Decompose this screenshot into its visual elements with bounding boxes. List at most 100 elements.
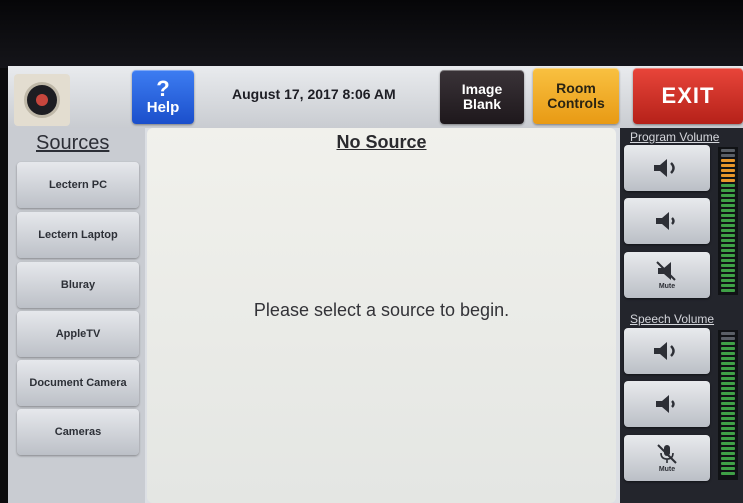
meter-segment (721, 467, 735, 470)
meter-segment (721, 417, 735, 420)
meter-segment (721, 452, 735, 455)
meter-segment (721, 367, 735, 370)
sources-title: Sources (36, 132, 110, 154)
program-volume-down-button[interactable] (624, 198, 710, 244)
meter-segment (721, 397, 735, 400)
device-bezel (0, 0, 743, 68)
meter-segment (721, 332, 735, 335)
speaker-up-icon (654, 342, 675, 360)
source-button-lectern-laptop[interactable]: Lectern Laptop (17, 212, 139, 258)
room-controls-button[interactable]: Room Controls (533, 68, 619, 124)
meter-segment (721, 462, 735, 465)
image-blank-label-line1: Image (461, 81, 503, 98)
help-button[interactable]: ? Help (132, 70, 194, 124)
exit-button[interactable]: EXIT (633, 68, 743, 124)
meter-segment (721, 174, 735, 177)
room-controls-label-line1: Room (556, 80, 596, 97)
meter-segment (721, 209, 735, 212)
meter-segment (721, 219, 735, 222)
speaker-down-icon (656, 395, 675, 413)
source-button-appletv[interactable]: AppleTV (17, 311, 139, 357)
speech-volume-title: Speech Volume (630, 312, 715, 326)
source-button-cameras[interactable]: Cameras (17, 409, 139, 455)
sources-panel: Sources Lectern PC Lectern Laptop Bluray… (8, 128, 145, 503)
meter-segment (721, 362, 735, 365)
speech-volume-down-button[interactable] (624, 381, 710, 427)
meter-segment (721, 244, 735, 247)
meter-segment (721, 224, 735, 227)
meter-segment (721, 214, 735, 217)
meter-segment (721, 194, 735, 197)
exit-label: EXIT (661, 83, 715, 109)
room-controls-label-line2: Controls (547, 95, 605, 111)
meter-segment (721, 179, 735, 182)
header-bar: ? Help August 17, 2017 8:06 AM Image Bla… (8, 66, 743, 128)
meter-segment (721, 274, 735, 277)
meter-segment (721, 422, 735, 425)
meter-segment (721, 149, 735, 152)
meter-segment (721, 289, 735, 292)
volume-panel: Program Volume Mute Speech Volume Mute (620, 128, 743, 503)
meter-segment (721, 164, 735, 167)
speech-mute-label: Mute (658, 466, 676, 473)
program-volume-meter (718, 147, 738, 295)
meter-segment (721, 342, 735, 345)
meter-segment (721, 234, 735, 237)
date-time-display: August 17, 2017 8:06 AM (232, 86, 396, 102)
meter-segment (721, 169, 735, 172)
help-question-icon: ? (156, 76, 170, 102)
speech-volume-meter (718, 330, 738, 480)
source-button-bluray[interactable]: Bluray (17, 262, 139, 308)
meter-segment (721, 337, 735, 340)
program-volume-title: Program Volume (630, 130, 720, 144)
meter-segment (721, 184, 735, 187)
image-blank-button[interactable]: Image Blank (440, 70, 524, 124)
meter-segment (721, 264, 735, 267)
speaker-down-icon (656, 212, 675, 230)
source-button-lectern-pc[interactable]: Lectern PC (17, 162, 139, 208)
meter-segment (721, 352, 735, 355)
meter-segment (721, 229, 735, 232)
meter-segment (721, 154, 735, 157)
meter-segment (721, 189, 735, 192)
meter-segment (721, 372, 735, 375)
meter-segment (721, 447, 735, 450)
speech-volume-up-button[interactable] (624, 328, 710, 374)
meter-segment (721, 199, 735, 202)
meter-segment (721, 392, 735, 395)
meter-segment (721, 412, 735, 415)
meter-segment (721, 249, 735, 252)
meter-segment (721, 437, 735, 440)
meter-segment (721, 269, 735, 272)
help-label: Help (146, 99, 180, 117)
meter-segment (721, 357, 735, 360)
meter-segment (721, 402, 735, 405)
speaker-mute-icon (656, 261, 676, 281)
meter-segment (721, 472, 735, 475)
touch-panel-screen: ? Help August 17, 2017 8:06 AM Image Bla… (8, 66, 743, 503)
meter-segment (721, 457, 735, 460)
meter-segment (721, 259, 735, 262)
meter-segment (721, 387, 735, 390)
microphone-mute-icon (657, 444, 677, 464)
image-blank-label-line2: Blank (462, 96, 502, 112)
meter-segment (721, 432, 735, 435)
current-source-title: No Source (336, 132, 427, 152)
meter-segment (721, 377, 735, 380)
speaker-up-icon (654, 159, 675, 177)
meter-segment (721, 239, 735, 242)
speech-mute-button[interactable]: Mute (624, 435, 710, 481)
meter-segment (721, 284, 735, 287)
source-button-document-camera[interactable]: Document Camera (17, 360, 139, 406)
meter-segment (721, 407, 735, 410)
select-source-message: Please select a source to begin. (253, 300, 510, 320)
meter-segment (721, 204, 735, 207)
program-mute-label: Mute (658, 283, 676, 290)
meter-segment (721, 442, 735, 445)
meter-segment (721, 254, 735, 257)
meter-segment (721, 382, 735, 385)
program-volume-up-button[interactable] (624, 145, 710, 191)
program-mute-button[interactable]: Mute (624, 252, 710, 298)
meter-segment (721, 347, 735, 350)
meter-segment (721, 427, 735, 430)
